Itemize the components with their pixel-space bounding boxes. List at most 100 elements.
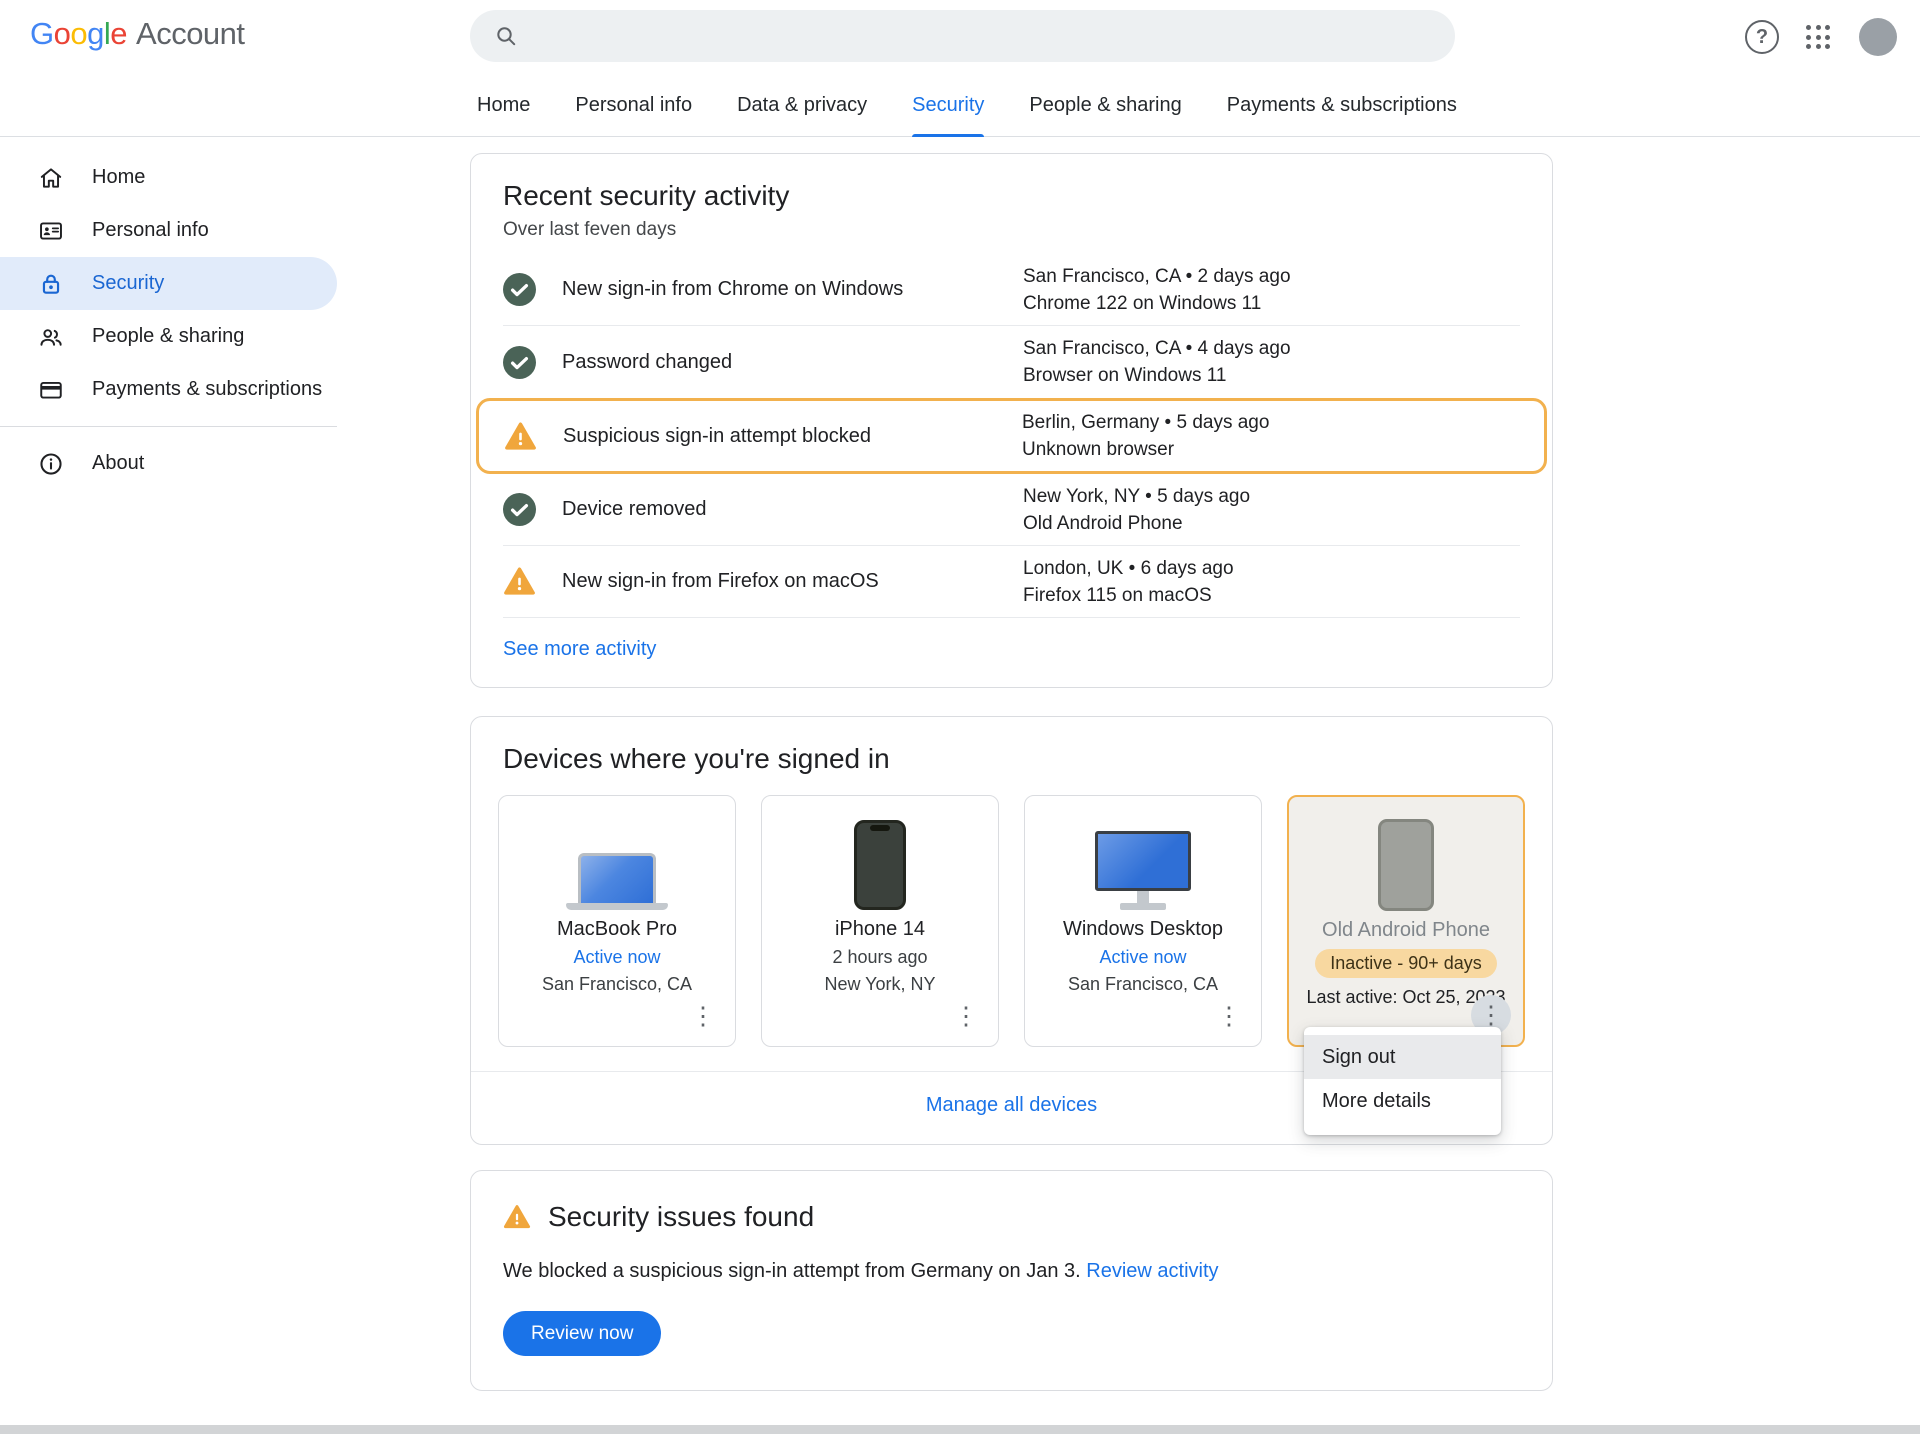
activity-detail: Firefox 115 on macOS [1023,582,1520,609]
device-location: San Francisco, CA [542,974,692,995]
manage-all-devices-link[interactable]: Manage all devices [926,1094,1097,1116]
activity-detail: Old Android Phone [1023,510,1520,537]
top-header: Google Account ? [0,0,1920,74]
activity-meta: Berlin, Germany • 5 days ago [1022,409,1519,436]
device-card-iphone-14[interactable]: iPhone 14 2 hours ago New York, NY ⋮ [761,795,999,1047]
sidebar-item-label: Personal info [92,219,209,242]
activity-detail: Unknown browser [1022,436,1519,463]
activity-row[interactable]: New sign-in from Firefox on macOS London… [503,546,1520,618]
security-issues-card: Security issues found We blocked a suspi… [470,1170,1553,1391]
activity-row-suspicious[interactable]: Suspicious sign-in attempt blocked Berli… [504,401,1519,471]
activity-detail: Chrome 122 on Windows 11 [1023,290,1520,317]
warning-triangle-icon [503,1203,531,1231]
sidebar-nav: Home Personal info Security [0,137,337,490]
search-icon [494,24,518,48]
monitor-illustration [1095,814,1191,910]
device-more-icon[interactable]: ⋮ [683,996,723,1036]
device-card-old-android-phone[interactable]: Old Android Phone Inactive - 90+ days La… [1287,795,1525,1047]
page-bottom-edge [0,1425,1920,1434]
activity-meta: San Francisco, CA • 4 days ago [1023,335,1520,362]
check-circle-icon [503,493,536,526]
google-account-logo[interactable]: Google Account [30,16,245,52]
menu-item-more-details[interactable]: More details [1304,1079,1501,1123]
home-icon [38,165,64,191]
inactive-badge: Inactive - 90+ days [1315,949,1497,978]
people-icon [38,324,64,350]
activity-meta: London, UK • 6 days ago [1023,555,1520,582]
device-card-windows-desktop[interactable]: Windows Desktop Active now San Francisco… [1024,795,1262,1047]
activity-title: New sign-in from Firefox on macOS [562,570,879,593]
sidebar-item-home[interactable]: Home [0,151,337,204]
devices-card-title: Devices where you're signed in [471,743,1552,775]
activity-title: Password changed [562,351,732,374]
activity-row[interactable]: New sign-in from Chrome on Windows San F… [503,254,1520,326]
search-input[interactable] [534,10,1455,62]
google-logo-text: Google [30,16,127,52]
tab-personal-info[interactable]: Personal info [575,74,692,136]
issues-title: Security issues found [548,1201,814,1233]
review-now-button[interactable]: Review now [503,1311,661,1356]
issues-message: We blocked a suspicious sign-in attempt … [503,1260,1520,1283]
activity-title: Suspicious sign-in attempt blocked [563,425,871,448]
laptop-illustration [566,814,668,910]
header-actions: ? [1745,0,1920,74]
activity-title: Device removed [562,498,707,521]
review-activity-link[interactable]: Review activity [1086,1260,1218,1282]
lock-icon [38,271,64,297]
check-circle-icon [503,346,536,379]
activity-meta: San Francisco, CA • 2 days ago [1023,263,1520,290]
sidebar-item-label: Home [92,166,145,189]
check-circle-icon [503,273,536,306]
device-more-icon[interactable]: ⋮ [946,996,986,1036]
devices-grid: MacBook Pro Active now San Francisco, CA… [471,775,1552,1047]
device-more-icon[interactable]: ⋮ [1209,996,1249,1036]
apps-grid-icon[interactable] [1806,25,1830,49]
tab-data-privacy[interactable]: Data & privacy [737,74,867,136]
activity-row[interactable]: Password changed San Francisco, CA • 4 d… [503,326,1520,398]
warning-triangle-icon [504,420,537,453]
contact-card-icon [38,218,64,244]
account-avatar[interactable] [1859,18,1897,56]
device-name: Windows Desktop [1063,918,1223,941]
recent-security-activity-card: Recent security activity Over last feven… [470,153,1553,688]
sidebar-item-people-sharing[interactable]: People & sharing [0,310,337,363]
device-status: Active now [573,947,660,968]
product-name: Account [136,16,245,52]
highlighted-activity-outline: Suspicious sign-in attempt blocked Berli… [476,398,1547,474]
tab-people-sharing[interactable]: People & sharing [1029,74,1181,136]
device-name: iPhone 14 [835,918,925,941]
see-more-activity-link[interactable]: See more activity [471,618,688,687]
devices-card: Devices where you're signed in MacBook P… [470,716,1553,1145]
sidebar-item-label: About [92,452,144,475]
device-status: Active now [1099,947,1186,968]
sidebar-divider [0,426,337,427]
activity-title: New sign-in from Chrome on Windows [562,278,903,301]
device-card-macbook-pro[interactable]: MacBook Pro Active now San Francisco, CA… [498,795,736,1047]
sidebar-item-payments-subscriptions[interactable]: Payments & subscriptions [0,363,337,416]
tab-home[interactable]: Home [477,74,530,136]
activity-row[interactable]: Device removed New York, NY • 5 days ago… [503,474,1520,546]
sidebar-item-personal-info[interactable]: Personal info [0,204,337,257]
tab-payments-subscriptions[interactable]: Payments & subscriptions [1227,74,1457,136]
activity-detail: Browser on Windows 11 [1023,362,1520,389]
activity-meta: New York, NY • 5 days ago [1023,483,1520,510]
activity-card-title: Recent security activity [471,180,1552,212]
warning-triangle-icon [503,565,536,598]
gray-phone-illustration [1378,815,1434,911]
sidebar-item-label: Security [92,272,164,295]
search-bar[interactable] [470,10,1455,62]
device-context-menu: Sign out More details [1304,1027,1501,1135]
help-icon[interactable]: ? [1745,20,1779,54]
sidebar-item-about[interactable]: About [0,437,337,490]
device-status: 2 hours ago [832,947,927,968]
sidebar-item-security[interactable]: Security [0,257,337,310]
sidebar-item-label: People & sharing [92,325,244,348]
tab-security[interactable]: Security [912,74,984,136]
menu-item-sign-out[interactable]: Sign out [1304,1035,1501,1079]
credit-card-icon [38,377,64,403]
device-name: Old Android Phone [1322,919,1490,942]
activity-card-subtitle: Over last feven days [471,212,1552,254]
main-content: Recent security activity Over last feven… [470,137,1553,1391]
primary-nav-tabs: Home Personal info Data & privacy Securi… [0,74,1920,137]
phone-illustration [854,814,906,910]
